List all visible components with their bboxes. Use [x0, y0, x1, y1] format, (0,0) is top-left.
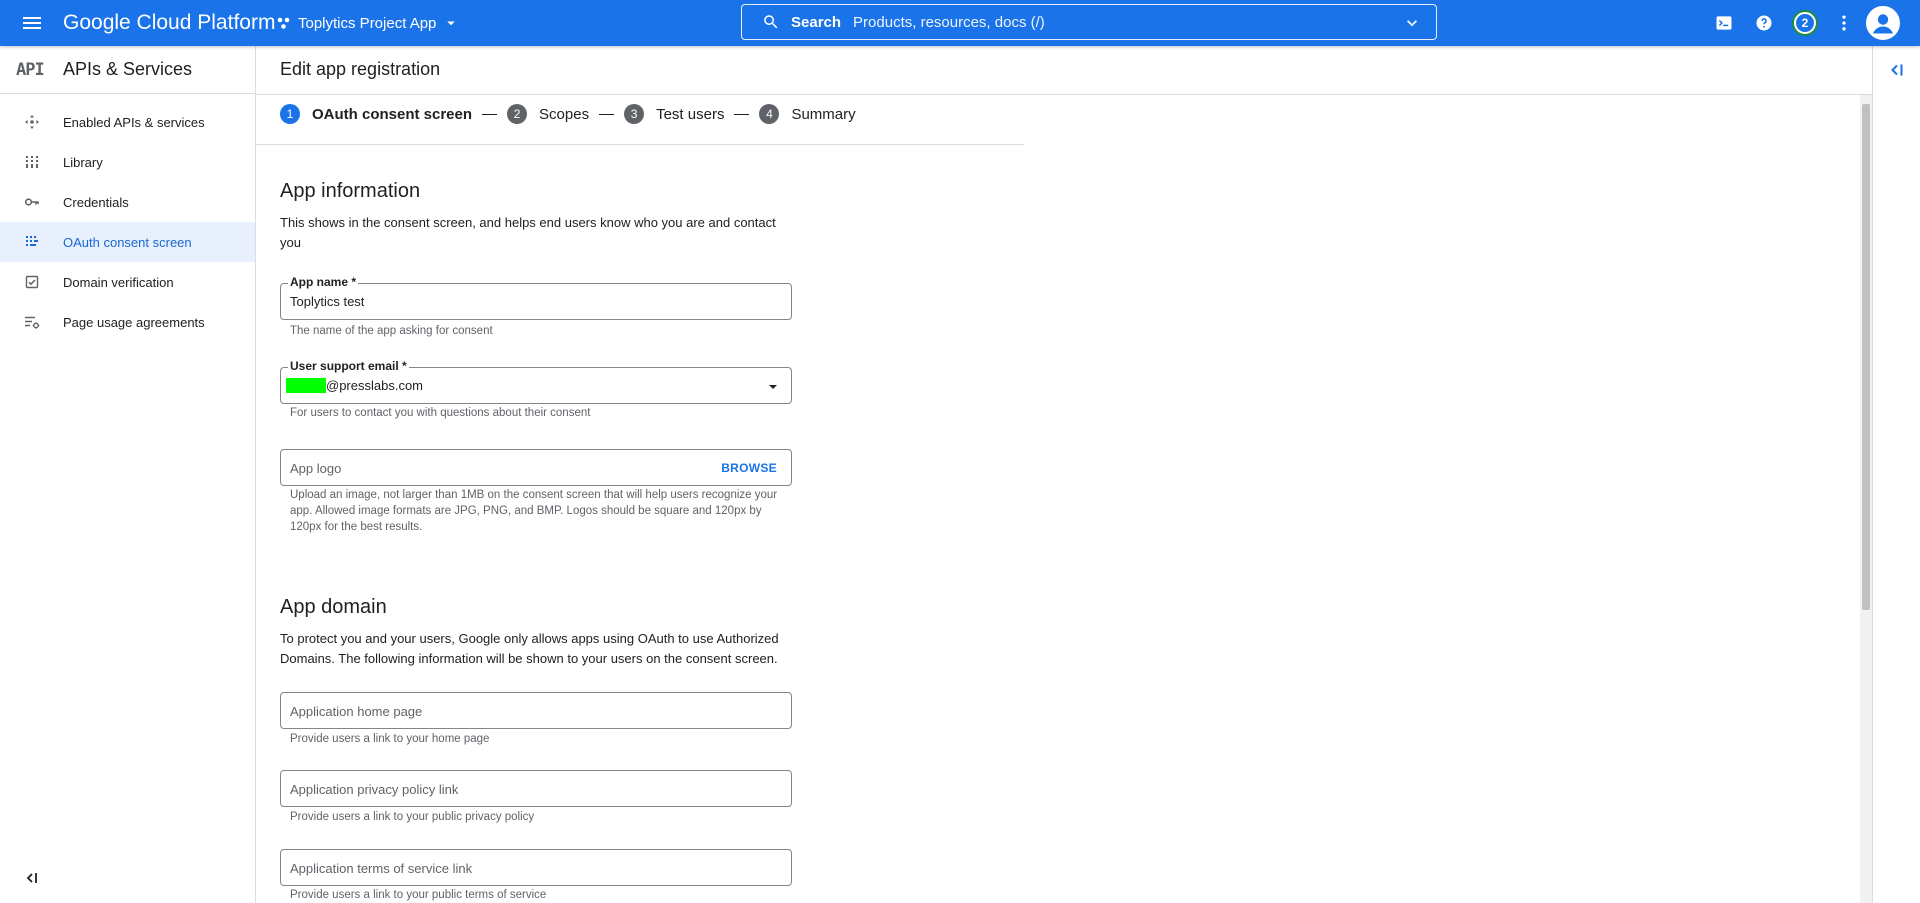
- terms-of-service-field[interactable]: Application terms of service link: [280, 849, 792, 886]
- search-bar[interactable]: Search Products, resources, docs (/): [741, 4, 1437, 40]
- home-page-field[interactable]: Application home page: [280, 692, 792, 729]
- step-separator: [599, 113, 615, 115]
- sidebar: API APIs & Services Enabled APIs & servi…: [0, 46, 256, 903]
- page-header: Edit app registration: [256, 46, 1872, 95]
- sidebar-item-label: Enabled APIs & services: [63, 114, 205, 130]
- sidebar-item-label: Library: [63, 154, 103, 170]
- sidebar-item-enabled-apis[interactable]: Enabled APIs & services: [0, 102, 255, 142]
- app-domain-description: To protect you and your users, Google on…: [280, 631, 779, 666]
- app-name-label: App name *: [288, 275, 359, 289]
- expand-search-icon[interactable]: [1402, 13, 1422, 33]
- step-number: 4: [759, 104, 780, 124]
- step-test-users[interactable]: 3 Test users: [624, 104, 724, 124]
- expand-panel-icon[interactable]: [1888, 61, 1906, 79]
- page-title: Edit app registration: [280, 59, 441, 79]
- sidebar-header: API APIs & Services: [0, 46, 255, 94]
- enabled-apis-icon: [24, 114, 40, 130]
- step-scopes[interactable]: 2 Scopes: [507, 104, 589, 124]
- collapse-sidebar-icon[interactable]: [24, 870, 40, 886]
- project-icon: [276, 15, 292, 31]
- step-summary[interactable]: 4 Summary: [759, 104, 856, 124]
- account-icon[interactable]: [1866, 6, 1900, 40]
- consent-icon: [24, 234, 40, 250]
- privacy-policy-input[interactable]: Application privacy policy link: [290, 782, 458, 797]
- step-label: Scopes: [539, 105, 590, 123]
- app-logo-placeholder: App logo: [290, 461, 342, 476]
- sidebar-nav: Enabled APIs & services Library Credenti…: [0, 102, 255, 342]
- search-input[interactable]: Products, resources, docs (/): [853, 14, 1045, 31]
- browse-button[interactable]: BROWSE: [721, 461, 777, 475]
- search-label: Search: [791, 13, 842, 31]
- support-email-label: User support email *: [288, 359, 409, 373]
- sidebar-item-label: OAuth consent screen: [63, 234, 192, 250]
- stepper: 1 OAuth consent screen 2 Scopes 3 Test u…: [280, 99, 856, 129]
- step-number: 2: [507, 104, 528, 124]
- right-panel-rail: [1872, 46, 1920, 903]
- sidebar-item-library[interactable]: Library: [0, 142, 255, 182]
- key-icon: [24, 194, 40, 210]
- app-name-hint: The name of the app asking for consent: [290, 325, 493, 337]
- app-information-description: This shows in the consent screen, and he…: [280, 215, 776, 250]
- step-number: 3: [624, 104, 645, 124]
- stepper-divider: [256, 144, 1024, 145]
- checkbox-icon: [24, 274, 40, 290]
- sidebar-item-credentials[interactable]: Credentials: [0, 182, 255, 222]
- menu-icon[interactable]: [20, 11, 44, 35]
- home-page-hint: Provide users a link to your home page: [290, 733, 490, 745]
- terms-of-service-input[interactable]: Application terms of service link: [290, 861, 472, 876]
- api-logo: API: [16, 59, 45, 80]
- step-number: 1: [280, 104, 300, 124]
- privacy-policy-field[interactable]: Application privacy policy link: [280, 770, 792, 807]
- more-vert-icon[interactable]: [1832, 11, 1856, 35]
- sidebar-item-page-usage-agreements[interactable]: Page usage agreements: [0, 302, 255, 342]
- support-email-value: @presslabs.com: [286, 378, 424, 393]
- redacted-email-user: [286, 378, 326, 393]
- notification-count: 2: [1794, 12, 1816, 34]
- main-content: Edit app registration 1 OAuth consent sc…: [256, 46, 1872, 903]
- step-separator: [482, 113, 498, 115]
- app-logo-hint: Upload an image, not larger than 1MB on …: [290, 489, 778, 533]
- terminal-icon[interactable]: [1712, 11, 1736, 35]
- project-name: Toplytics Project App: [298, 14, 437, 32]
- app-name-field[interactable]: App name * Toplytics test: [280, 275, 792, 320]
- support-email-hint: For users to contact you with questions …: [290, 407, 591, 419]
- step-oauth-consent-screen[interactable]: 1 OAuth consent screen: [280, 104, 472, 124]
- product-title[interactable]: Google Cloud Platform: [63, 11, 275, 35]
- terms-of-service-hint: Provide users a link to your public term…: [290, 889, 547, 901]
- chevron-down-icon: [442, 14, 460, 32]
- sidebar-item-label: Credentials: [63, 194, 129, 210]
- sidebar-title[interactable]: APIs & Services: [63, 59, 192, 80]
- settings-list-icon: [24, 314, 40, 330]
- privacy-policy-hint: Provide users a link to your public priv…: [290, 811, 535, 823]
- sidebar-item-label: Page usage agreements: [63, 314, 205, 330]
- support-email-field[interactable]: User support email * @presslabs.com: [280, 359, 792, 404]
- sidebar-item-label: Domain verification: [63, 274, 174, 290]
- app-information-heading: App information: [280, 180, 421, 202]
- notifications-badge[interactable]: 2: [1792, 10, 1818, 36]
- dropdown-arrow-icon[interactable]: [767, 381, 779, 393]
- support-email-domain: @presslabs.com: [326, 378, 424, 393]
- app-domain-heading: App domain: [280, 596, 387, 618]
- library-icon: [24, 154, 40, 170]
- step-label: Test users: [656, 105, 725, 123]
- project-picker[interactable]: Toplytics Project App: [276, 11, 460, 35]
- sidebar-item-oauth-consent-screen[interactable]: OAuth consent screen: [0, 222, 255, 262]
- sidebar-item-domain-verification[interactable]: Domain verification: [0, 262, 255, 302]
- home-page-input[interactable]: Application home page: [290, 704, 422, 719]
- top-app-bar: Google Cloud Platform Toplytics Project …: [0, 0, 1920, 46]
- help-icon[interactable]: [1752, 11, 1776, 35]
- search-icon: [762, 13, 780, 31]
- step-separator: [734, 113, 750, 115]
- app-name-input[interactable]: Toplytics test: [290, 294, 364, 309]
- app-logo-field[interactable]: App logo BROWSE: [280, 449, 792, 486]
- step-label: OAuth consent screen: [312, 105, 473, 123]
- step-label: Summary: [791, 105, 856, 123]
- scrollbar-thumb[interactable]: [1862, 104, 1870, 610]
